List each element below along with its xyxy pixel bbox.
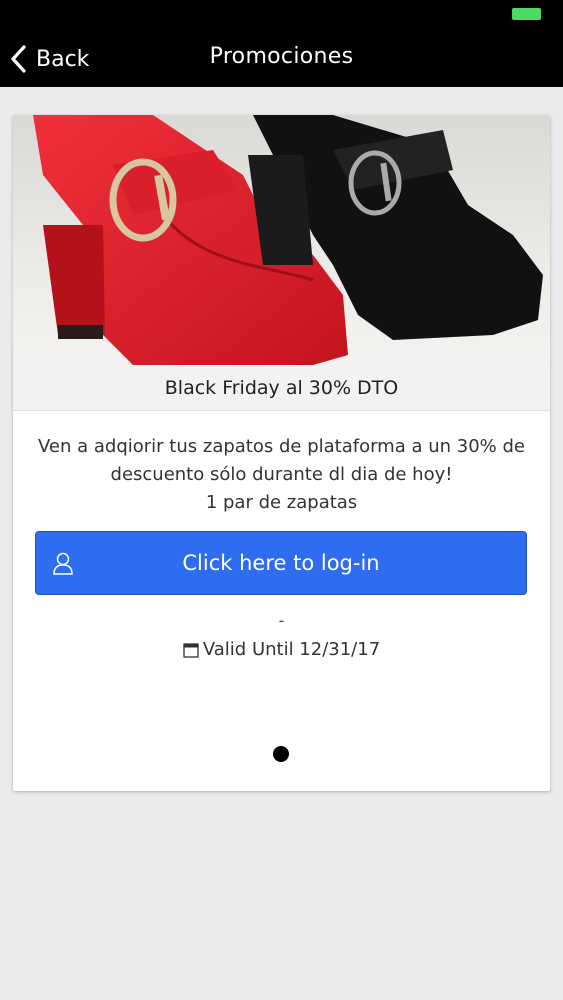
battery-icon (512, 8, 541, 20)
page-indicator-dot[interactable] (273, 746, 289, 762)
valid-until-text: Valid Until 12/31/17 (202, 639, 381, 660)
separator: - (278, 611, 285, 630)
promotion-card: Black Friday al 30% DTO Ven a adqiorir t… (13, 115, 550, 791)
promotion-quantity: 1 par de zapatas (205, 492, 358, 513)
promotion-description: Ven a adqiorir tus zapatos de plataforma… (38, 436, 525, 485)
valid-until: Valid Until 12/31/17 (13, 639, 550, 660)
navigation-bar: Back Promociones (0, 0, 563, 87)
user-icon (53, 552, 73, 575)
login-button[interactable]: Click here to log-in (35, 531, 527, 595)
login-button-label: Click here to log-in (182, 551, 380, 575)
page-title: Promociones (209, 44, 354, 69)
promotion-title: Black Friday al 30% DTO (13, 365, 550, 411)
promotion-image[interactable] (13, 115, 550, 365)
calendar-icon (183, 642, 199, 658)
